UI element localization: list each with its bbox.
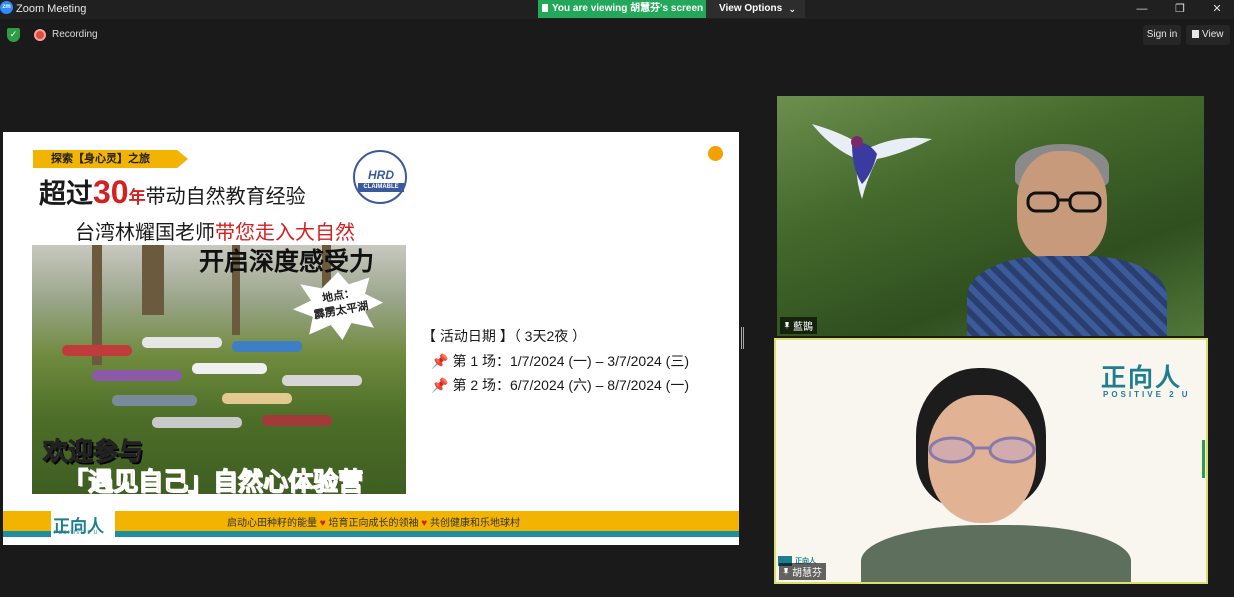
pin-icon — [784, 322, 790, 330]
session-2-text: 第 2 场：6/7/2024 (六) – 8/7/2024 (一) — [452, 377, 689, 393]
view-grid-icon — [1192, 30, 1199, 38]
slide-tag: 探索【身心灵】之旅 — [33, 150, 188, 168]
pushpin-icon: 📌 — [431, 353, 449, 369]
blue-magpie-icon — [812, 124, 932, 199]
video-tile-participant-1[interactable]: 藍鵲 — [777, 96, 1204, 336]
footer-motto: 启动心田种籽的能量 ♥ 培育正向成长的领袖 ♥ 共创健康和乐地球村 — [227, 514, 520, 529]
slide-headline-1: 超过30年带动自然教育经验 — [39, 172, 306, 211]
camp-title: 「遇见自己」自然心体验营 — [62, 468, 364, 497]
session-1: 📌 第 1 场：1/7/2024 (一) – 3/7/2024 (三) — [431, 351, 689, 371]
headline1-rest: 带动自然教育经验 — [145, 186, 306, 208]
meeting-toolbar: ✓ Recording Sign in View — [0, 22, 1234, 48]
participant-2-shirt — [861, 525, 1131, 582]
screen-share-banner: You are viewing 胡慧芬's screen — [538, 0, 706, 18]
glasses-icon — [928, 436, 1036, 464]
view-button[interactable]: View — [1186, 25, 1230, 45]
event-dates-title: 【 活动日期 】（ 3天2夜 ） — [422, 328, 587, 344]
orange-dot-decoration — [708, 146, 723, 161]
window-title: Zoom Meeting — [16, 3, 87, 15]
slide-headline-2: 台湾林耀国老师带您走入大自然 — [75, 216, 355, 245]
speaker-icon — [542, 4, 548, 12]
person-lying — [92, 370, 182, 381]
recording-icon[interactable] — [34, 29, 46, 41]
participant-1-shirt — [967, 256, 1167, 336]
chevron-down-icon: ⌄ — [788, 4, 796, 14]
restore-button[interactable]: ❐ — [1162, 0, 1198, 18]
participant-nametag: 胡慧芬 — [779, 563, 826, 580]
headline2-highlight: 带您走入大自然 — [215, 222, 355, 244]
hrd-badge-claimable: CLAIMABLE — [358, 183, 404, 192]
person-lying — [232, 341, 302, 352]
person-lying — [192, 363, 267, 374]
hrd-badge-text: HRD — [368, 168, 394, 182]
pushpin-icon: 📌 — [431, 377, 449, 393]
screen-share-banner-text: You are viewing 胡慧芬's screen — [552, 3, 704, 14]
person-lying — [62, 345, 132, 356]
shared-screen-slide[interactable]: 探索【身心灵】之旅 超过30年带动自然教育经验 HRD CLAIMABLE 台湾… — [3, 132, 739, 545]
motto-3: 共创健康和乐地球村 — [430, 518, 520, 529]
headline1-number: 30 — [93, 174, 129, 210]
video-tile-participant-2[interactable]: 正向人 POSITIVE 2 U 正向人 胡慧芬 — [774, 338, 1208, 584]
hrd-claimable-badge: HRD CLAIMABLE — [353, 150, 407, 204]
positive2u-logo-subtitle: POSITIVE 2 U — [1103, 390, 1191, 399]
recording-label: Recording — [52, 29, 98, 40]
close-button[interactable]: ✕ — [1199, 0, 1234, 18]
headline1-prefix: 超过 — [39, 179, 93, 209]
person-lying — [142, 337, 222, 348]
panel-splitter-handle[interactable] — [741, 327, 744, 349]
view-options-label: View Options — [719, 3, 783, 14]
session-2: 📌 第 2 场：6/7/2024 (六) – 8/7/2024 (一) — [431, 375, 689, 395]
active-speaker-indicator — [1202, 440, 1205, 478]
heart-icon: ♥ — [319, 518, 326, 529]
headline1-year: 年 — [128, 188, 146, 207]
glasses-icon — [1026, 191, 1102, 213]
person-lying — [222, 393, 292, 404]
minimize-button[interactable]: — — [1124, 0, 1160, 18]
event-dates: 【 活动日期 】（ 3天2夜 ） 📌 第 1 场：1/7/2024 (一) – 3… — [422, 326, 689, 395]
person-lying — [152, 417, 242, 428]
view-options-button[interactable]: View Options ⌄ — [706, 0, 805, 18]
title-bar: zm Zoom Meeting You are viewing 胡慧芬's sc… — [0, 0, 1234, 19]
slide-headline-3: 开启深度感受力 — [199, 248, 375, 276]
tree-trunk — [142, 245, 164, 315]
person-lying — [282, 375, 362, 386]
person-lying — [112, 395, 197, 406]
positive2u-logo: 正向人 — [1101, 364, 1183, 392]
heart-icon: ♥ — [421, 518, 428, 529]
footer-brand-subtitle: POSITIVE 2 U — [54, 530, 99, 536]
motto-1: 启动心田种籽的能量 — [227, 518, 317, 529]
view-button-label: View — [1202, 29, 1224, 40]
sign-in-button[interactable]: Sign in — [1143, 25, 1181, 45]
person-lying — [262, 415, 332, 426]
pin-icon — [783, 568, 789, 576]
headline2-prefix: 台湾林耀国老师 — [75, 222, 215, 244]
security-shield-icon[interactable]: ✓ — [7, 28, 20, 42]
session-1-text: 第 1 场：1/7/2024 (一) – 3/7/2024 (三) — [452, 353, 689, 369]
participant-1-name: 藍鵲 — [793, 322, 813, 333]
participant-nametag: 藍鵲 — [780, 317, 817, 334]
zoom-logo-icon: zm — [0, 1, 13, 14]
participant-2-name: 胡慧芬 — [792, 568, 822, 579]
motto-2: 培育正向成长的领袖 — [328, 518, 419, 529]
